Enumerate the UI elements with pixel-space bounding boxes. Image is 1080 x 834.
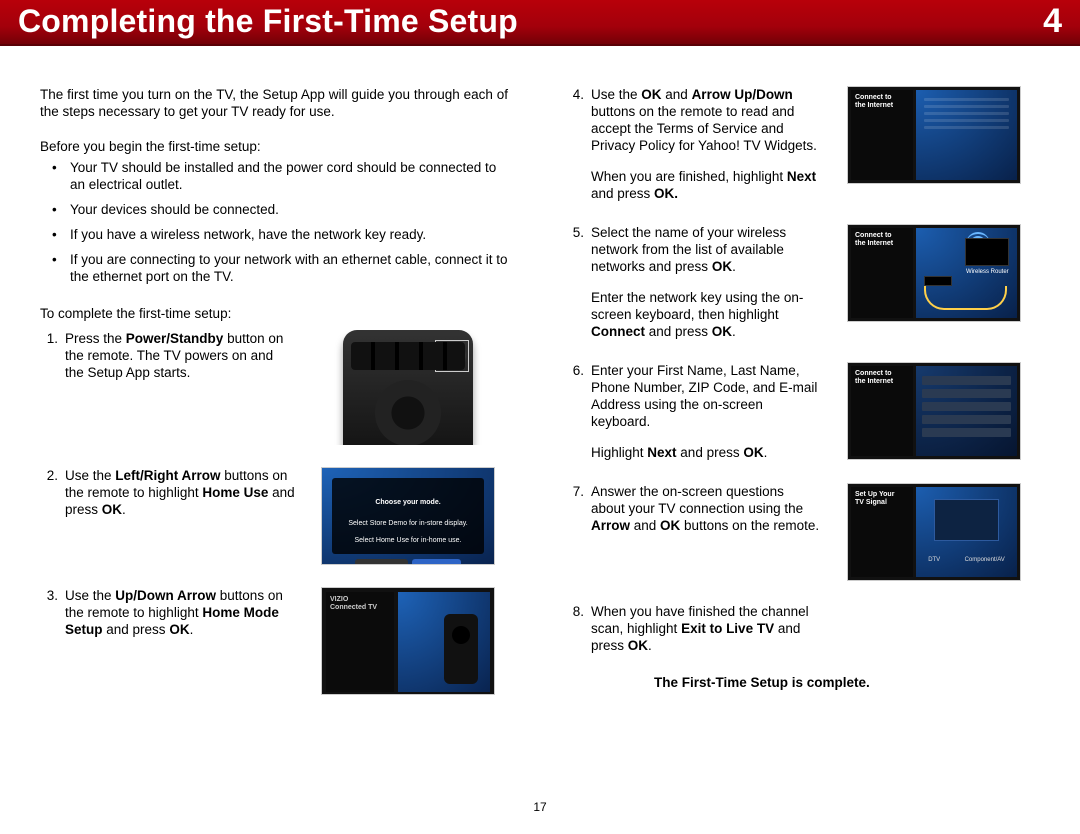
- step-body: Highlight Next and press OK.: [591, 444, 821, 461]
- remote-input-label: INPUT: [357, 350, 381, 367]
- step-body: Use the Left/Right Arrow buttons on the …: [65, 467, 295, 518]
- home-use-button: Home Use: [412, 559, 461, 565]
- step-1: 1. Press the Power/Standby button on the…: [40, 330, 508, 445]
- step-number: 1.: [40, 330, 58, 347]
- step-body: Answer the on-screen questions about you…: [591, 483, 821, 534]
- sidebar-title: Connect to the Internet: [851, 90, 913, 114]
- step-body: When you have finished the channel scan,…: [591, 603, 821, 654]
- cable-icon: [924, 286, 1007, 310]
- figure-connected-tv: VIZIO Connected TV: [321, 587, 495, 695]
- mode-line: Select Home Use for in-home use.: [332, 532, 484, 549]
- bullet: Your devices should be connected.: [66, 201, 508, 218]
- remote-icon: [444, 614, 478, 684]
- chapter-header: Completing the First-Time Setup 4: [0, 0, 1080, 46]
- content: The first time you turn on the TV, the S…: [0, 46, 1080, 717]
- step-body: Use the OK and Arrow Up/Down buttons on …: [591, 86, 821, 154]
- sidebar-title: Connect to the Internet: [851, 366, 913, 390]
- step-number: 5.: [566, 224, 584, 241]
- step-body: When you are finished, highlight Next an…: [591, 168, 821, 202]
- completion-text: The First-Time Setup is complete.: [654, 674, 1034, 691]
- step-number: 4.: [566, 86, 584, 103]
- wireless-router-label: Wireless Router: [966, 264, 1009, 281]
- left-column: The first time you turn on the TV, the S…: [40, 86, 508, 717]
- step-body: Use the Up/Down Arrow buttons on the rem…: [65, 587, 295, 638]
- step-number: 3.: [40, 587, 58, 604]
- before-bullets: Your TV should be installed and the powe…: [40, 159, 508, 293]
- to-complete-heading: To complete the first-time setup:: [40, 305, 508, 322]
- page-title: Completing the First-Time Setup: [18, 0, 518, 42]
- figure-tv-signal: Set Up Your TV Signal DTV Component/AV: [847, 483, 1021, 581]
- step-number: 2.: [40, 467, 58, 484]
- step-body: Press the Power/Standby button on the re…: [65, 330, 295, 381]
- bullet: If you are connecting to your network wi…: [66, 251, 508, 285]
- store-mode-button: Store Mode: [355, 559, 407, 565]
- tv-icon: [965, 238, 1009, 266]
- sidebar-title: Connect to the Internet: [851, 228, 913, 252]
- before-heading: Before you begin the first-time setup:: [40, 138, 508, 155]
- figure-remote-power: INPUT: [321, 330, 495, 445]
- power-button-icon: [441, 345, 463, 367]
- right-column: 4. Use the OK and Arrow Up/Down buttons …: [566, 86, 1034, 717]
- step-body: Enter your First Name, Last Name, Phone …: [591, 362, 821, 430]
- input-label: DTV: [928, 552, 940, 569]
- step-number: 7.: [566, 483, 584, 500]
- page-number: 17: [0, 800, 1080, 814]
- step-body: Select the name of your wireless network…: [591, 224, 821, 275]
- figure-network: Connect to the Internet Wireless Router: [847, 224, 1021, 322]
- bullet: Your TV should be installed and the powe…: [66, 159, 508, 193]
- step-3: 3. Use the Up/Down Arrow buttons on the …: [40, 587, 508, 695]
- step-5: 5. Select the name of your wireless netw…: [566, 224, 1034, 340]
- chapter-number: 4: [1043, 0, 1062, 42]
- steps-left: 1. Press the Power/Standby button on the…: [40, 330, 508, 717]
- intro-text: The first time you turn on the TV, the S…: [40, 86, 508, 120]
- step-body: Enter the network key using the on-scree…: [591, 289, 821, 340]
- sidebar-title: Set Up Your TV Signal: [851, 487, 913, 511]
- figure-user-info: Connect to the Internet: [847, 362, 1021, 460]
- step-number: 8.: [566, 603, 584, 620]
- steps-right: 4. Use the OK and Arrow Up/Down buttons …: [566, 86, 1034, 664]
- figure-terms: Connect to the Internet: [847, 86, 1021, 184]
- step-2: 2. Use the Left/Right Arrow buttons on t…: [40, 467, 508, 565]
- dpad-icon: [375, 380, 441, 445]
- highlight-box: [435, 340, 469, 372]
- step-4: 4. Use the OK and Arrow Up/Down buttons …: [566, 86, 1034, 202]
- step-8: 8. When you have finished the channel sc…: [566, 603, 1034, 654]
- router-icon: [924, 276, 952, 286]
- tv-screen-icon: [934, 499, 999, 541]
- figure-mode-select: Choose your mode. Select Store Demo for …: [321, 467, 495, 565]
- step-number: 6.: [566, 362, 584, 379]
- mode-header: Choose your mode.: [332, 494, 484, 511]
- input-label: Component/AV: [965, 552, 1005, 569]
- step-7: 7. Answer the on-screen questions about …: [566, 483, 1034, 581]
- mode-line: Select Store Demo for in-store display.: [332, 515, 484, 532]
- step-6: 6. Enter your First Name, Last Name, Pho…: [566, 362, 1034, 461]
- bullet: If you have a wireless network, have the…: [66, 226, 508, 243]
- sidebar-title: VIZIO Connected TV: [326, 592, 394, 616]
